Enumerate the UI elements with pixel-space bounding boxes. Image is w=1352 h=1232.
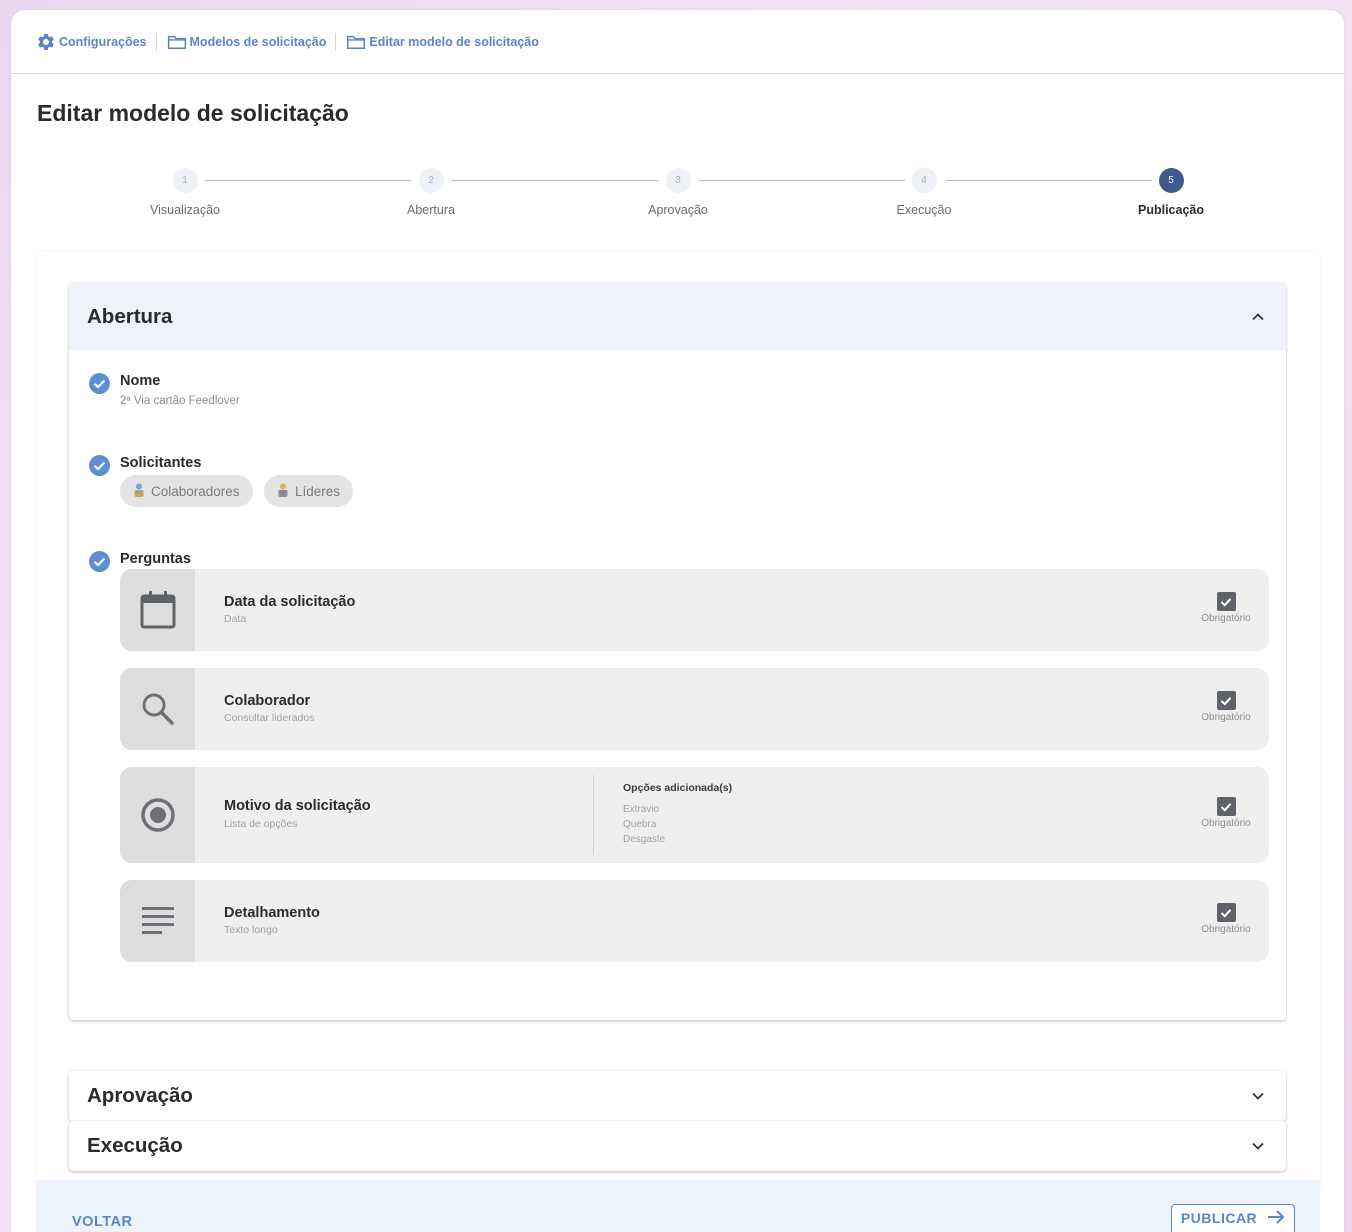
step-number: 1: [172, 168, 198, 193]
back-button[interactable]: VOLTAR: [72, 1214, 132, 1230]
step-label: Aprovação: [648, 203, 708, 217]
text-lines-icon: [120, 880, 195, 962]
chip-label: Líderes: [295, 483, 341, 499]
step-number: 3: [665, 168, 691, 193]
question-type: Data: [224, 613, 247, 625]
question-card: Colaborador Consultar liderados Obrigató…: [120, 668, 1269, 750]
panel-aprovacao[interactable]: Aprovação: [69, 1071, 1286, 1121]
panel-title: Execução: [87, 1134, 183, 1157]
required-checkbox[interactable]: Obrigatório: [1196, 903, 1256, 935]
stepper: 1 Visualização 2 Abertura 3 Aprovação 4 …: [11, 168, 1344, 238]
panel-title: Abertura: [87, 304, 173, 328]
option-item: Quebra: [623, 819, 657, 830]
breadcrumb: Configurações Modelos de solicitação Edi…: [11, 10, 1344, 74]
options-list: Opções adicionada(s) Extravio Quebra Des…: [623, 782, 732, 847]
main-window: Configurações Modelos de solicitação Edi…: [11, 10, 1344, 1232]
section-title: Solicitantes: [120, 455, 202, 471]
check-circle-icon: [89, 455, 110, 476]
step-execucao[interactable]: 4 Execução: [844, 168, 1004, 217]
chip-lideres: Líderes: [264, 475, 354, 507]
question-type: Consultar liderados: [224, 712, 315, 724]
checkbox-checked-icon: [1216, 691, 1236, 710]
checkbox-checked-icon: [1216, 797, 1236, 816]
page-title: Editar modelo de solicitação: [37, 100, 349, 126]
options-divider: [593, 775, 594, 855]
search-icon: [120, 668, 195, 750]
options-title: Opções adicionada(s): [623, 782, 733, 794]
required-label: Obrigatório: [1201, 613, 1251, 624]
breadcrumb-label: Configurações: [59, 34, 147, 49]
option-item: Desgaste: [623, 834, 666, 845]
breadcrumb-label: Editar modelo de solicitação: [369, 34, 539, 49]
chevron-down-icon[interactable]: [1250, 1138, 1266, 1154]
panel-abertura: Abertura Nome 2ª Via cartão Feedlover So…: [69, 283, 1286, 1020]
required-label: Obrigatório: [1201, 818, 1251, 829]
required-checkbox[interactable]: Obrigatório: [1196, 592, 1256, 624]
leader-icon: [277, 483, 289, 500]
section-title: Nome: [120, 373, 161, 389]
chip-label: Colaboradores: [151, 483, 240, 499]
publish-label: PUBLICAR: [1180, 1210, 1258, 1226]
step-abertura[interactable]: 2 Abertura: [351, 168, 511, 217]
step-label: Visualização: [150, 203, 220, 217]
check-circle-icon: [89, 373, 110, 394]
breadcrumb-configuracoes[interactable]: Configurações: [36, 32, 156, 52]
question-card: Motivo da solicitação Lista de opções Op…: [120, 767, 1269, 863]
required-checkbox[interactable]: Obrigatório: [1196, 797, 1256, 829]
step-number: 5: [1158, 168, 1184, 193]
check-circle-icon: [89, 551, 110, 572]
chevron-down-icon[interactable]: [1250, 1088, 1266, 1104]
step-label: Abertura: [407, 203, 455, 217]
folder-icon: [167, 33, 187, 51]
question-title: Detalhamento: [224, 905, 320, 921]
chevron-up-icon[interactable]: [1250, 309, 1266, 325]
question-title: Motivo da solicitação: [224, 798, 371, 814]
checkbox-checked-icon: [1216, 903, 1236, 922]
question-type: Texto longo: [224, 924, 278, 936]
radio-button-icon: [120, 767, 195, 863]
footer-bar: VOLTAR PUBLICAR: [36, 1180, 1320, 1232]
question-title: Data da solicitação: [224, 594, 356, 610]
breadcrumb-label: Modelos de solicitação: [189, 34, 327, 49]
checkbox-checked-icon: [1216, 592, 1236, 611]
step-label: Publicação: [1138, 203, 1204, 217]
step-label: Execução: [896, 203, 952, 217]
required-checkbox[interactable]: Obrigatório: [1196, 691, 1256, 723]
step-aprovacao[interactable]: 3 Aprovação: [598, 168, 758, 217]
chip-colaboradores: Colaboradores: [120, 475, 253, 507]
panel-abertura-header[interactable]: Abertura: [69, 283, 1286, 350]
review-content: Abertura Nome 2ª Via cartão Feedlover So…: [36, 252, 1320, 1192]
arrow-right-icon: [1267, 1209, 1285, 1228]
nome-value: 2ª Via cartão Feedlover: [120, 395, 240, 407]
employee-icon: [133, 483, 145, 500]
publish-button[interactable]: PUBLICAR: [1171, 1204, 1295, 1232]
step-number: 2: [418, 168, 444, 193]
question-card: Detalhamento Texto longo Obrigatório: [120, 880, 1269, 962]
step-visualizacao[interactable]: 1 Visualização: [105, 168, 265, 217]
required-label: Obrigatório: [1201, 712, 1251, 723]
calendar-icon: [120, 569, 195, 651]
required-label: Obrigatório: [1201, 924, 1251, 935]
panel-execucao[interactable]: Execução: [69, 1121, 1286, 1171]
folder-icon: [346, 33, 366, 51]
option-item: Extravio: [623, 804, 660, 815]
question-card: Data da solicitação Data Obrigatório: [120, 569, 1269, 651]
breadcrumb-editar-modelo[interactable]: Editar modelo de solicitação: [335, 32, 548, 51]
question-type: Lista de opções: [224, 818, 298, 830]
step-number: 4: [911, 168, 937, 193]
gear-icon: [36, 32, 56, 52]
section-title: Perguntas: [120, 551, 191, 567]
step-publicacao[interactable]: 5 Publicação: [1091, 168, 1251, 217]
breadcrumb-modelos[interactable]: Modelos de solicitação: [155, 32, 336, 51]
question-title: Colaborador: [224, 693, 311, 709]
panel-title: Aprovação: [87, 1084, 193, 1107]
